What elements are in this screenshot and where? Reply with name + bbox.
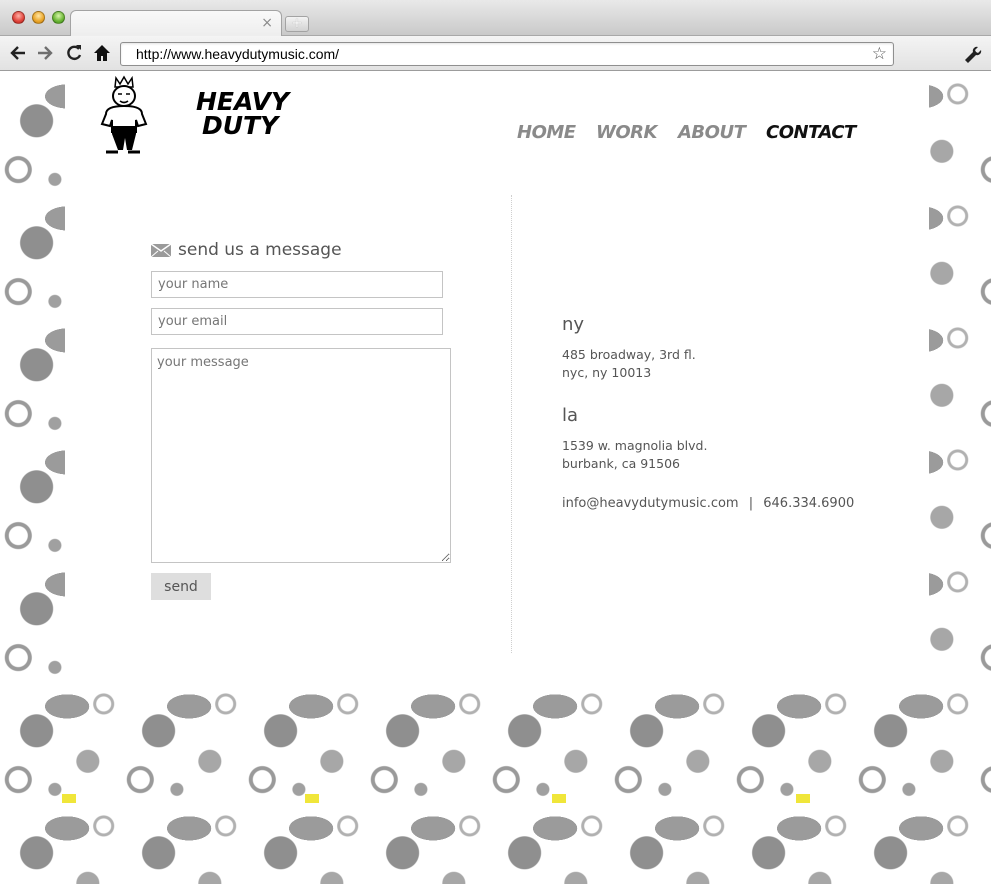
crown-decoration (796, 794, 810, 803)
envelope-icon (151, 244, 171, 257)
office-la-address-line1: 1539 w. magnolia blvd. (562, 438, 708, 453)
name-input[interactable] (151, 271, 443, 298)
bookmark-star-icon[interactable]: ☆ (872, 44, 887, 64)
column-divider (511, 195, 512, 653)
nav-home[interactable]: HOME (517, 122, 576, 143)
crown-decoration (305, 794, 319, 803)
contact-separator: | (748, 496, 754, 511)
home-icon[interactable] (91, 41, 113, 65)
url-text[interactable]: http://www.heavydutymusic.com/ (136, 46, 339, 62)
zoom-window-button[interactable] (52, 11, 65, 24)
nav-about[interactable]: ABOUT (678, 122, 746, 143)
office-ny-heading: ny (562, 314, 585, 335)
site-logo[interactable]: HEAVY DUTY (98, 74, 289, 154)
contact-info: info@heavydutymusic.com | 646.334.6900 (562, 496, 854, 511)
new-tab-button[interactable]: + (285, 16, 309, 32)
browser-tab[interactable]: × (70, 10, 282, 37)
reload-icon[interactable] (63, 41, 85, 65)
contact-email-link[interactable]: info@heavydutymusic.com (562, 496, 739, 511)
crown-decoration (62, 794, 76, 803)
message-textarea[interactable] (151, 348, 451, 563)
browser-tab-strip: × + (0, 0, 991, 37)
address-bar[interactable]: http://www.heavydutymusic.com/ ☆ (120, 42, 894, 66)
crown-decoration (552, 794, 566, 803)
form-title: send us a message (178, 240, 342, 260)
nav-work[interactable]: WORK (596, 122, 657, 143)
content-card: HEAVY DUTY HOME WORK ABOUT CONTACT send … (65, 72, 929, 680)
email-input[interactable] (151, 308, 443, 335)
strongman-mascot-icon (100, 75, 148, 154)
minimize-window-button[interactable] (32, 11, 45, 24)
logo-wordmark: HEAVY DUTY (196, 89, 289, 140)
close-window-button[interactable] (12, 11, 25, 24)
send-button[interactable]: send (151, 573, 211, 600)
browser-toolbar: http://www.heavydutymusic.com/ ☆ (0, 36, 991, 71)
logo-line-duty: DUTY (202, 111, 279, 140)
forward-arrow-icon[interactable] (34, 41, 56, 65)
office-la-heading: la (562, 405, 579, 426)
office-la-address-line2: burbank, ca 91506 (562, 456, 680, 471)
office-ny-address-line1: 485 broadway, 3rd fl. (562, 347, 696, 362)
office-ny-address-line2: nyc, ny 10013 (562, 365, 652, 380)
nav-contact[interactable]: CONTACT (766, 122, 856, 143)
contact-phone: 646.334.6900 (763, 496, 855, 511)
wrench-icon[interactable] (962, 44, 982, 69)
tab-close-icon[interactable]: × (261, 15, 273, 31)
back-arrow-icon[interactable] (7, 41, 29, 65)
